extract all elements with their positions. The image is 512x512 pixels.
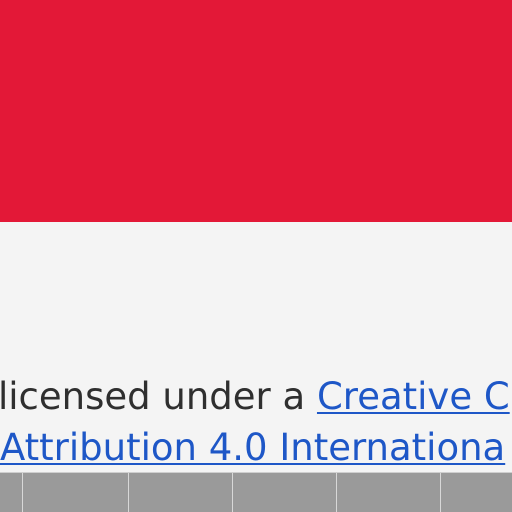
toolbar-cell[interactable]	[233, 473, 337, 512]
toolbar-cell[interactable]	[23, 473, 129, 512]
toolbar-cell[interactable]	[337, 473, 441, 512]
attribution-license-link[interactable]: Attribution 4.0 Internationa	[0, 426, 505, 469]
bottom-toolbar-strip	[0, 472, 512, 512]
toolbar-cell[interactable]	[441, 473, 512, 512]
license-notice: licensed under a Creative C Attribution …	[0, 372, 512, 472]
top-color-banner	[0, 0, 512, 222]
license-line-1: licensed under a Creative C	[0, 372, 510, 422]
creative-commons-link[interactable]: Creative C	[317, 375, 510, 418]
toolbar-cell[interactable]	[0, 473, 23, 512]
license-prefix-text: licensed under a	[0, 375, 317, 418]
page-viewport: licensed under a Creative C Attribution …	[0, 0, 512, 512]
toolbar-cell[interactable]	[129, 473, 233, 512]
license-line-2: Attribution 4.0 Internationa	[0, 423, 505, 472]
